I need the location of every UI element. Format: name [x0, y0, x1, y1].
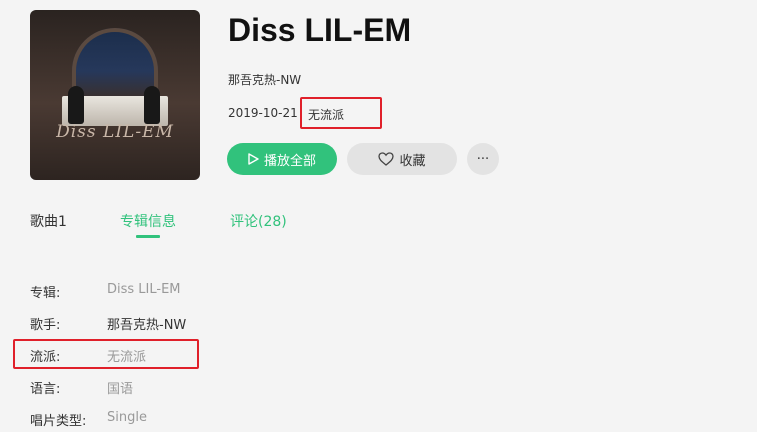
cover-figure-right — [144, 86, 160, 124]
cover-figure-left — [68, 86, 84, 124]
info-value: 国语 — [107, 382, 134, 397]
heart-icon — [378, 152, 395, 166]
info-artist-link[interactable]: 那吾克热-NW — [107, 314, 186, 333]
active-tab-indicator — [136, 235, 160, 238]
info-value: Diss LIL-EM — [107, 282, 181, 297]
more-dots-icon: ··· — [476, 151, 490, 167]
play-all-button[interactable]: 播放全部 — [227, 143, 337, 175]
info-value: Single — [107, 410, 147, 425]
play-all-label: 播放全部 — [263, 153, 316, 169]
favorite-button[interactable]: 收藏 — [347, 143, 457, 175]
album-cover: Diss LIL-EM — [30, 10, 200, 180]
info-label: 歌手: — [30, 318, 61, 333]
info-label: 语言: — [30, 382, 61, 397]
more-options-button[interactable]: ··· — [467, 143, 499, 175]
release-date: 2019-10-21 — [228, 106, 298, 120]
tab-songs[interactable]: 歌曲1 — [30, 211, 67, 231]
info-label: 唱片类型: — [30, 414, 87, 429]
cover-title-text: Diss LIL-EM — [56, 122, 174, 142]
play-icon — [248, 153, 259, 165]
favorite-label: 收藏 — [399, 153, 426, 169]
tab-album-info[interactable]: 专辑信息 — [120, 211, 176, 231]
highlight-box-genre — [300, 97, 382, 129]
highlight-box-genre-row — [13, 339, 199, 369]
album-title: Diss LIL-EM — [228, 12, 412, 48]
artist-link[interactable]: 那吾克热-NW — [228, 71, 301, 88]
tab-comments[interactable]: 评论(28) — [230, 211, 287, 231]
info-label: 专辑: — [30, 286, 61, 301]
